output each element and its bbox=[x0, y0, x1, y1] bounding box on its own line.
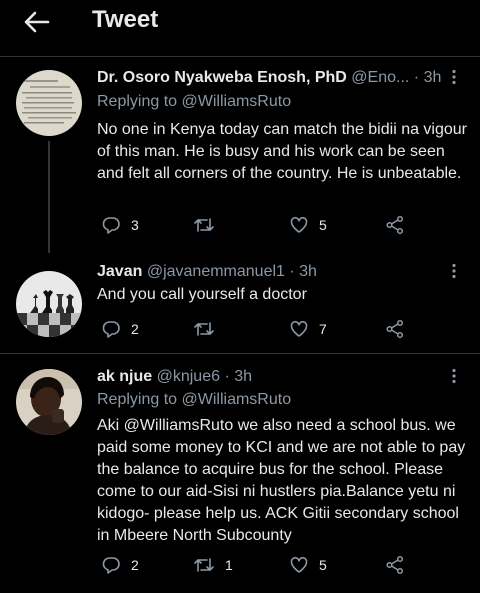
tweet-2[interactable]: Javan @javanemmanuel1 · 3h And you call … bbox=[0, 253, 480, 353]
like-count: 5 bbox=[319, 217, 327, 233]
back-arrow-icon[interactable] bbox=[22, 10, 50, 34]
reply-button[interactable]: 2 bbox=[101, 317, 139, 341]
heart-icon bbox=[290, 216, 308, 233]
tweet-1[interactable]: Dr. Osoro Nyakweba Enosh, PhD @Eno... · … bbox=[0, 57, 480, 253]
retweet-button[interactable]: 1 bbox=[193, 553, 233, 577]
tweet-text: And you call yourself a doctor bbox=[97, 286, 307, 303]
more-options-icon[interactable] bbox=[446, 368, 462, 384]
retweet-count: 1 bbox=[225, 557, 233, 573]
replying-to-label: Replying to bbox=[97, 93, 178, 110]
like-count: 5 bbox=[319, 557, 327, 573]
retweet-icon bbox=[194, 558, 214, 572]
replying-to-mention[interactable]: @WilliamsRuto bbox=[182, 93, 292, 110]
timestamp[interactable]: · 3h bbox=[289, 263, 317, 280]
share-icon bbox=[386, 319, 404, 339]
replying-to-label: Replying to bbox=[97, 391, 178, 408]
timestamp[interactable]: · 3h bbox=[224, 368, 252, 385]
retweet-button[interactable] bbox=[193, 317, 225, 341]
replying-to: Replying to @WilliamsRuto bbox=[97, 391, 291, 409]
tweet-text: Aki @WilliamsRuto we also need a school … bbox=[97, 417, 466, 544]
user-handle[interactable]: @knjue6 bbox=[157, 368, 220, 385]
like-button[interactable]: 7 bbox=[289, 317, 327, 341]
retweet-button[interactable] bbox=[193, 213, 225, 237]
display-name[interactable]: Dr. Osoro Nyakweba Enosh, PhD bbox=[97, 69, 347, 86]
replying-to: Replying to @WilliamsRuto bbox=[97, 93, 291, 111]
page-title: Tweet bbox=[92, 6, 159, 33]
tweet-3[interactable]: ak njue @knjue6 · 3h Replying to @Willia… bbox=[0, 354, 480, 593]
timestamp[interactable]: · 3h bbox=[414, 69, 442, 86]
share-icon bbox=[386, 215, 404, 235]
like-count: 7 bbox=[319, 321, 327, 337]
user-handle[interactable]: @javanemmanuel1 bbox=[147, 263, 285, 280]
tweet-actions: 2 1 5 bbox=[97, 553, 417, 577]
avatar[interactable] bbox=[16, 70, 82, 136]
share-icon bbox=[386, 555, 404, 575]
tweet-actions: 2 7 bbox=[97, 317, 417, 341]
avatar[interactable] bbox=[16, 271, 82, 337]
reply-count: 2 bbox=[131, 321, 139, 337]
like-button[interactable]: 5 bbox=[289, 213, 327, 237]
tweet-header: Dr. Osoro Nyakweba Enosh, PhD @Eno... · … bbox=[97, 69, 446, 87]
retweet-icon bbox=[194, 322, 214, 336]
thread-connector-line bbox=[48, 141, 50, 253]
share-button[interactable] bbox=[385, 213, 405, 237]
share-button[interactable] bbox=[385, 553, 405, 577]
reply-count: 2 bbox=[131, 557, 139, 573]
reply-button[interactable]: 2 bbox=[101, 553, 139, 577]
user-handle[interactable]: @Eno... bbox=[351, 69, 409, 86]
top-bar: Tweet bbox=[0, 0, 480, 48]
reply-count: 3 bbox=[131, 217, 139, 233]
reply-icon bbox=[102, 217, 120, 234]
reply-button[interactable]: 3 bbox=[101, 213, 139, 237]
reply-icon bbox=[102, 321, 120, 338]
reply-icon bbox=[102, 557, 120, 574]
display-name[interactable]: Javan bbox=[97, 263, 142, 280]
share-button[interactable] bbox=[385, 317, 405, 341]
tweet-text: No one in Kenya today can match the bidi… bbox=[97, 121, 468, 182]
more-options-icon[interactable] bbox=[446, 263, 462, 279]
heart-icon bbox=[290, 556, 308, 573]
heart-icon bbox=[290, 320, 308, 337]
replying-to-mention[interactable]: @WilliamsRuto bbox=[182, 391, 292, 408]
tweet-header: ak njue @knjue6 · 3h bbox=[97, 368, 446, 386]
tweet-actions: 3 5 bbox=[97, 213, 417, 237]
like-button[interactable]: 5 bbox=[289, 553, 327, 577]
tweet-header: Javan @javanemmanuel1 · 3h bbox=[97, 263, 446, 281]
more-options-icon[interactable] bbox=[446, 69, 462, 85]
retweet-icon bbox=[194, 218, 214, 232]
display-name[interactable]: ak njue bbox=[97, 368, 152, 385]
avatar[interactable] bbox=[16, 369, 82, 435]
